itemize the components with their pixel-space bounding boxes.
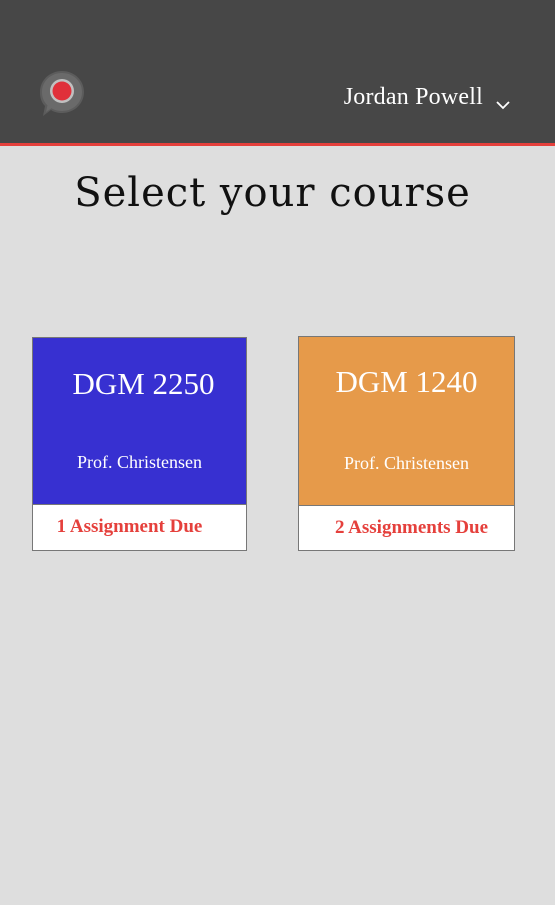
page-title: Select your course [74, 170, 471, 216]
course-card[interactable]: DGM 2250 Prof. Christensen 1 Assignment … [32, 337, 247, 551]
course-card[interactable]: DGM 1240 Prof. Christensen 2 Assignments… [298, 336, 515, 551]
chevron-down-icon[interactable] [495, 95, 511, 110]
course-professor: Prof. Christensen [344, 453, 469, 473]
header-bar: Jordan Powell [0, 0, 555, 146]
course-code: DGM 1240 [335, 364, 478, 399]
course-code: DGM 2250 [72, 366, 215, 401]
course-card-header[interactable]: DGM 1240 Prof. Christensen [299, 337, 514, 506]
user-menu[interactable]: Jordan Powell [344, 82, 511, 112]
user-name[interactable]: Jordan Powell [344, 84, 483, 111]
course-professor: Prof. Christensen [77, 452, 202, 472]
assignments-due-label[interactable]: 2 Assignments Due [299, 517, 514, 539]
assignments-due-label[interactable]: 1 Assignment Due [33, 516, 246, 538]
chat-bubble-logo-icon[interactable] [38, 69, 86, 119]
course-card-header[interactable]: DGM 2250 Prof. Christensen [33, 338, 246, 505]
